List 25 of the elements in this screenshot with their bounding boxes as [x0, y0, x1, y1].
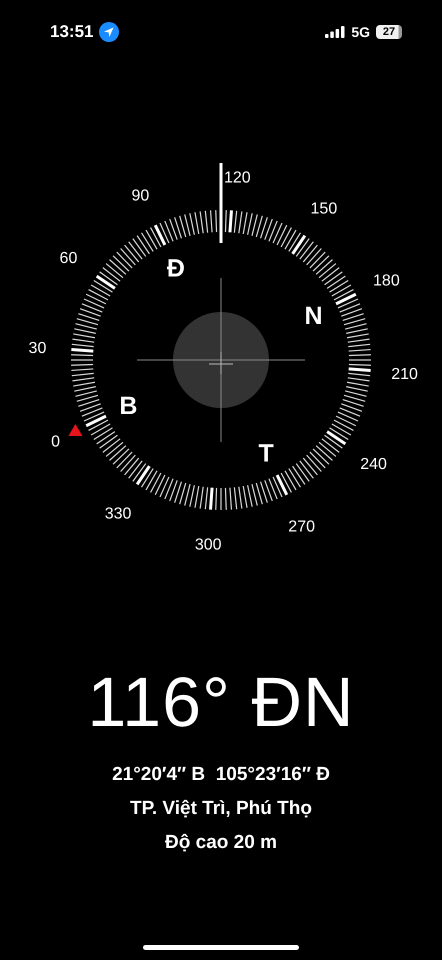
cardinal-label: B — [119, 392, 138, 420]
network-type: 5G — [351, 24, 370, 40]
degree-label: 330 — [104, 506, 132, 523]
degree-label: 60 — [60, 250, 78, 268]
degree-label: 30 — [28, 340, 46, 358]
degree-label: 300 — [194, 536, 222, 554]
degree-label: 150 — [310, 200, 338, 218]
signal-icon — [325, 26, 346, 38]
cardinal-label: N — [304, 302, 323, 330]
cardinal-label: T — [258, 440, 274, 468]
status-time: 13:51 — [50, 22, 94, 42]
degree-label: 180 — [373, 272, 400, 290]
degree-label: 0 — [51, 434, 60, 451]
degree-label: 270 — [288, 518, 315, 536]
north-marker-icon — [68, 424, 82, 436]
degree-label: 240 — [360, 456, 387, 473]
coordinates-text: 21°20′4″ B 105°23′16″ Đ — [112, 764, 330, 786]
degree-label: 90 — [131, 188, 150, 205]
heading-reading: 116° ĐN — [87, 662, 355, 742]
cardinal-label: Đ — [166, 254, 185, 282]
degree-label: 210 — [391, 366, 418, 383]
battery-level: 27 — [376, 25, 402, 39]
elevation-text: Độ cao 20 m — [165, 832, 277, 854]
degree-label: 120 — [224, 169, 251, 186]
place-name: TP. Việt Trì, Phú Thọ — [130, 798, 312, 820]
